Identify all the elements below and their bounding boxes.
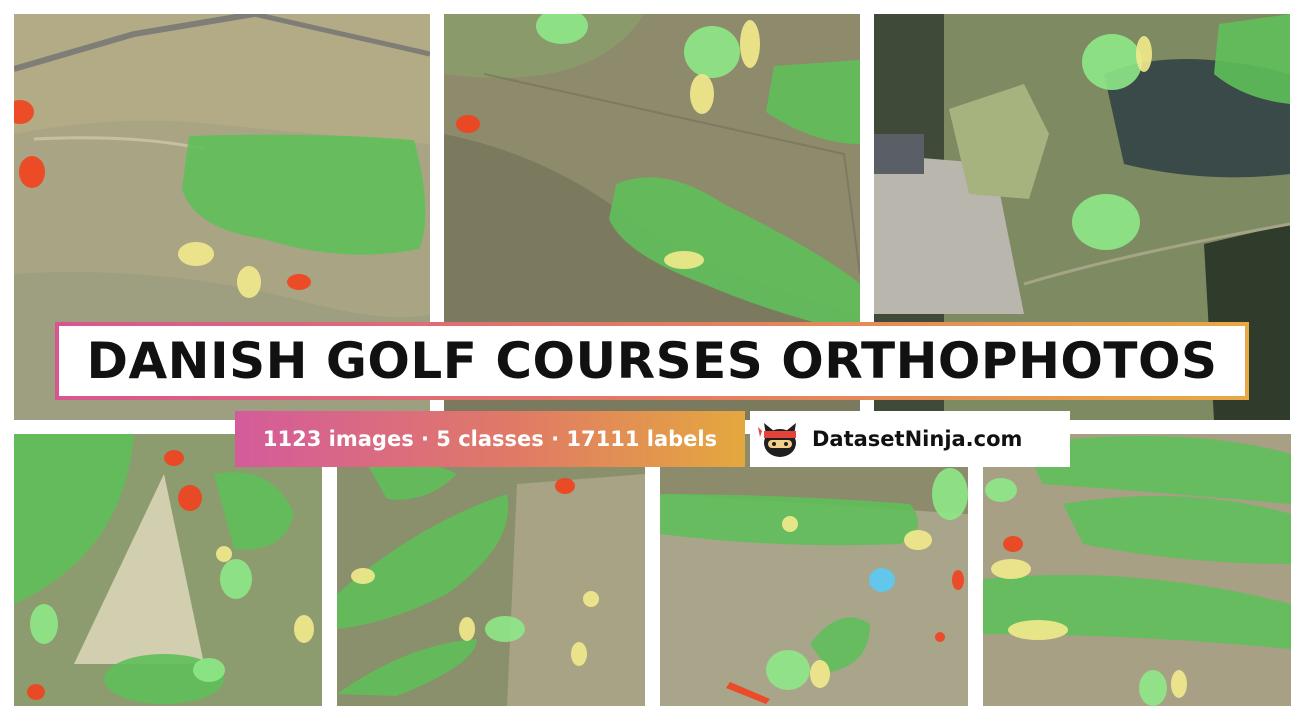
title-banner: DANISH GOLF COURSES ORTHOPHOTOS [55,322,1249,400]
orthophoto-tile-7 [983,434,1291,706]
page-title: DANISH GOLF COURSES ORTHOPHOTOS [59,326,1245,396]
brand-name: DatasetNinja.com [812,427,1023,451]
dataset-stats: 1123 images · 5 classes · 17111 labels [235,411,745,467]
orthophoto-tile-6 [660,434,968,706]
orthophoto-tile-4 [14,434,322,706]
ninja-cat-icon [758,423,796,457]
brand-badge[interactable]: DatasetNinja.com [750,411,1070,467]
orthophoto-tile-5 [337,434,645,706]
